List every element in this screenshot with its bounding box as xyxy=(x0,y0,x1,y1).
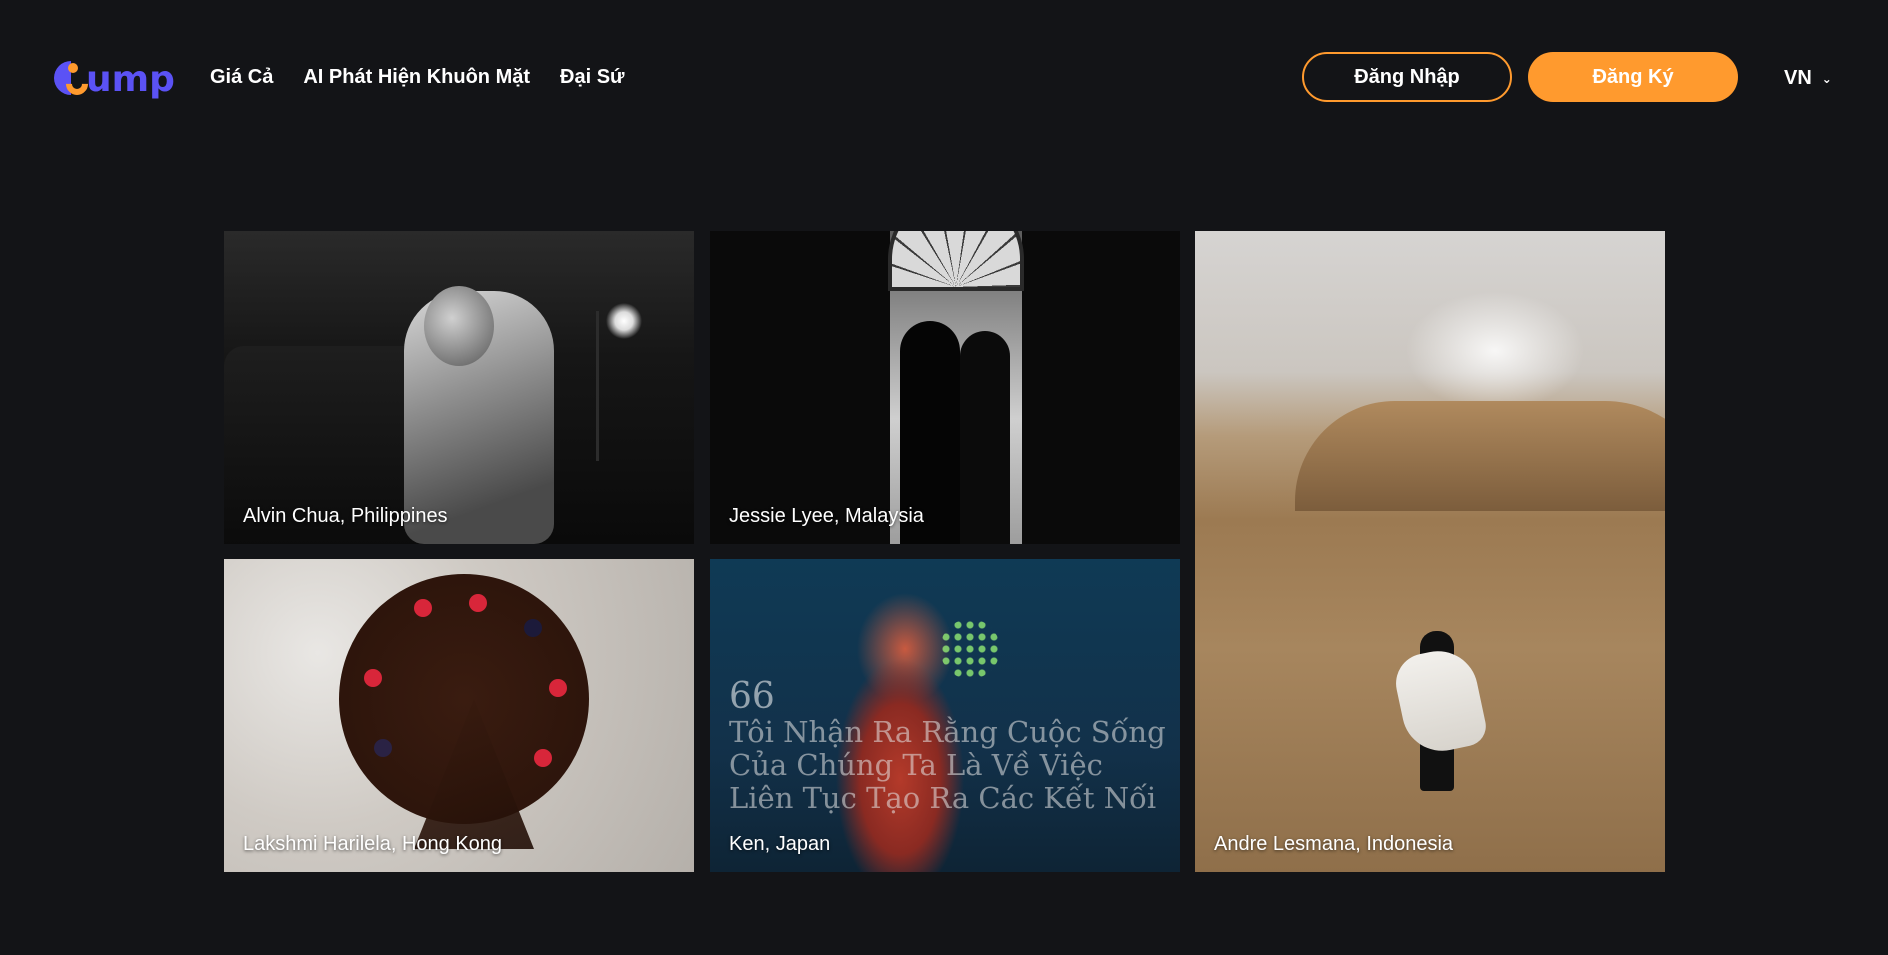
tile-caption: Alvin Chua, Philippines xyxy=(243,505,448,527)
photo-detail xyxy=(549,679,567,697)
gallery-tile[interactable]: Jessie Lyee, Malaysia xyxy=(710,231,1180,544)
gallery-tile[interactable]: Lakshmi Harilela, Hong Kong xyxy=(224,559,694,872)
photo-detail xyxy=(1405,291,1585,411)
photo-gallery: Alvin Chua, Philippines Jessie Lyee, Mal… xyxy=(224,231,1665,872)
main-nav: Giá Cả AI Phát Hiện Khuôn Mặt Đại Sứ xyxy=(210,62,625,92)
photo-detail xyxy=(524,619,542,637)
photo-background xyxy=(1295,401,1665,511)
photo-detail xyxy=(414,599,432,617)
photo-subject xyxy=(1390,621,1490,791)
chevron-down-icon: ⌄ xyxy=(1821,72,1832,86)
logo-text: ump xyxy=(86,59,175,100)
gallery-tile[interactable]: Alvin Chua, Philippines xyxy=(224,231,694,544)
signup-button[interactable]: Đăng Ký xyxy=(1528,52,1738,102)
tile-caption: Andre Lesmana, Indonesia xyxy=(1214,833,1454,855)
photo-detail xyxy=(534,749,552,767)
tile-caption: Lakshmi Harilela, Hong Kong xyxy=(243,833,503,855)
tile-caption: Jessie Lyee, Malaysia xyxy=(729,505,924,527)
top-header: ump Giá Cả AI Phát Hiện Khuôn Mặt Đại Sứ… xyxy=(0,0,1888,155)
photo-detail xyxy=(374,739,392,757)
login-button[interactable]: Đăng Nhập xyxy=(1302,52,1512,102)
language-label: VN xyxy=(1784,67,1812,89)
tile-quote: Tôi Nhận Ra Rằng Cuộc Sống Của Chúng Ta … xyxy=(729,715,1166,815)
photo-detail xyxy=(364,669,382,687)
photo-detail xyxy=(596,311,599,461)
tile-caption: Ken, Japan xyxy=(729,833,831,855)
gallery-tile[interactable]: 66 Tôi Nhận Ra Rằng Cuộc Sống Của Chúng … xyxy=(710,559,1180,872)
nav-item-ambassadors[interactable]: Đại Sứ xyxy=(560,62,625,92)
photo-subject-head xyxy=(424,286,494,366)
photo-detail xyxy=(940,619,1000,679)
gallery-tile[interactable]: Andre Lesmana, Indonesia xyxy=(1195,231,1665,872)
photo-subject xyxy=(960,331,1010,544)
photo-detail xyxy=(469,594,487,612)
nav-item-pricing[interactable]: Giá Cả xyxy=(210,62,273,92)
language-selector[interactable]: VN ⌄ xyxy=(1784,62,1832,94)
logo-mark-icon xyxy=(54,59,93,100)
gump-logo[interactable]: ump xyxy=(54,52,175,102)
nav-item-ai-face-detection[interactable]: AI Phát Hiện Khuôn Mặt xyxy=(303,62,530,92)
quote-mark: 66 xyxy=(729,676,775,717)
photo-detail xyxy=(888,231,1024,291)
